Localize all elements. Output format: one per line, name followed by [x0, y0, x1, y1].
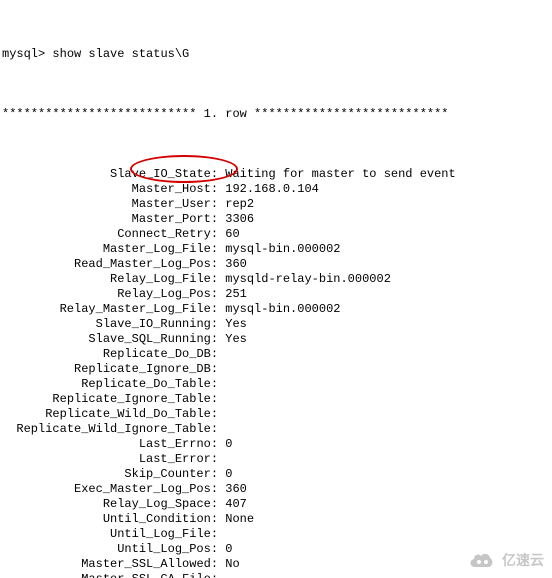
status-row: Until_Log_Pos: 0	[2, 542, 550, 557]
status-row: Last_Error:	[2, 452, 550, 467]
stars-left: ***************************	[2, 107, 204, 121]
status-row: Relay_Log_Pos: 251	[2, 287, 550, 302]
status-row: Master_Port: 3306	[2, 212, 550, 227]
field-value: Yes	[225, 332, 247, 346]
row-header: *************************** 1. row *****…	[2, 107, 550, 122]
field-value: mysqld-relay-bin.000002	[225, 272, 391, 286]
status-row: Relay_Log_File: mysqld-relay-bin.000002	[2, 272, 550, 287]
field-value: Waiting for master to send event	[225, 167, 455, 181]
field-value: None	[225, 512, 254, 526]
status-row: Slave_IO_State: Waiting for master to se…	[2, 167, 550, 182]
field-value: rep2	[225, 197, 254, 211]
field-key: Relay_Log_Pos	[117, 287, 211, 301]
field-value: 3306	[225, 212, 254, 226]
mysql-prompt: mysql>	[2, 47, 52, 61]
field-key: Last_Errno	[139, 437, 211, 451]
field-value: mysql-bin.000002	[225, 242, 340, 256]
field-key: Exec_Master_Log_Pos	[74, 482, 211, 496]
status-row: Replicate_Do_DB:	[2, 347, 550, 362]
field-key: Master_Port	[132, 212, 211, 226]
status-fields: Slave_IO_State: Waiting for master to se…	[2, 167, 550, 578]
field-key: Relay_Log_File	[110, 272, 211, 286]
field-key: Master_Log_File	[103, 242, 211, 256]
field-key: Until_Log_File	[110, 527, 211, 541]
status-row: Connect_Retry: 60	[2, 227, 550, 242]
field-value: Yes	[225, 317, 247, 331]
field-value: No	[225, 557, 239, 571]
status-row: Slave_SQL_Running: Yes	[2, 332, 550, 347]
field-value: 360	[225, 482, 247, 496]
status-row: Read_Master_Log_Pos: 360	[2, 257, 550, 272]
status-row: Replicate_Do_Table:	[2, 377, 550, 392]
field-key: Replicate_Ignore_Table	[52, 392, 210, 406]
field-key: Connect_Retry	[117, 227, 211, 241]
status-row: Relay_Log_Space: 407	[2, 497, 550, 512]
field-key: Replicate_Do_Table	[81, 377, 211, 391]
field-key: Until_Condition	[103, 512, 211, 526]
stars-right: ***************************	[247, 107, 449, 121]
status-row: Exec_Master_Log_Pos: 360	[2, 482, 550, 497]
field-value: 0	[225, 542, 232, 556]
status-row: Skip_Counter: 0	[2, 467, 550, 482]
status-row: Master_User: rep2	[2, 197, 550, 212]
field-key: Slave_SQL_Running	[88, 332, 210, 346]
field-value: 407	[225, 497, 247, 511]
field-value: 192.168.0.104	[225, 182, 319, 196]
field-value: 0	[225, 467, 232, 481]
status-row: Last_Errno: 0	[2, 437, 550, 452]
field-key: Master_User	[132, 197, 211, 211]
field-key: Replicate_Wild_Do_Table	[45, 407, 211, 421]
field-value: mysql-bin.000002	[225, 302, 340, 316]
command-text: show slave status\G	[52, 47, 189, 61]
field-key: Relay_Master_Log_File	[60, 302, 211, 316]
field-key: Until_Log_Pos	[117, 542, 211, 556]
terminal-output: mysql> show slave status\G *************…	[0, 0, 552, 578]
field-value: 360	[225, 257, 247, 271]
field-value: 251	[225, 287, 247, 301]
field-key: Master_SSL_Allowed	[81, 557, 211, 571]
field-key: Replicate_Wild_Ignore_Table	[16, 422, 210, 436]
status-row: Until_Log_File:	[2, 527, 550, 542]
field-value: 0	[225, 437, 232, 451]
status-row: Master_Host: 192.168.0.104	[2, 182, 550, 197]
field-key: Slave_IO_Running	[96, 317, 211, 331]
field-key: Master_Host	[132, 182, 211, 196]
status-row: Master_SSL_Allowed: No	[2, 557, 550, 572]
field-value: 60	[225, 227, 239, 241]
status-row: Master_Log_File: mysql-bin.000002	[2, 242, 550, 257]
mysql-prompt-line: mysql> show slave status\G	[2, 47, 550, 62]
field-key: Relay_Log_Space	[103, 497, 211, 511]
field-key: Slave_IO_State	[110, 167, 211, 181]
field-key: Master_SSL_CA_File	[81, 572, 211, 578]
field-key: Skip_Counter	[124, 467, 210, 481]
status-row: Replicate_Wild_Do_Table:	[2, 407, 550, 422]
field-key: Read_Master_Log_Pos	[74, 257, 211, 271]
status-row: Until_Condition: None	[2, 512, 550, 527]
status-row: Slave_IO_Running: Yes	[2, 317, 550, 332]
field-key: Last_Error	[139, 452, 211, 466]
status-row: Relay_Master_Log_File: mysql-bin.000002	[2, 302, 550, 317]
status-row: Replicate_Wild_Ignore_Table:	[2, 422, 550, 437]
row-label: 1. row	[204, 107, 247, 121]
status-row: Replicate_Ignore_DB:	[2, 362, 550, 377]
field-key: Replicate_Do_DB	[103, 347, 211, 361]
field-key: Replicate_Ignore_DB	[74, 362, 211, 376]
status-row: Replicate_Ignore_Table:	[2, 392, 550, 407]
status-row: Master_SSL_CA_File:	[2, 572, 550, 578]
